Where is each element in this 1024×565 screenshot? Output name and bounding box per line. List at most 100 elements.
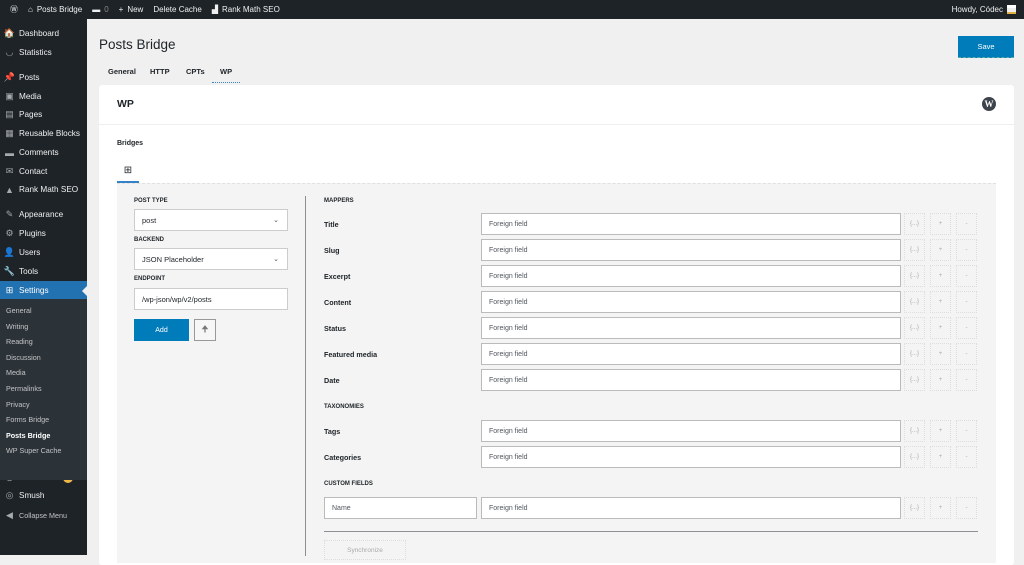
expression-button[interactable]: {...}: [904, 343, 925, 365]
foreign-field-input[interactable]: Foreign field: [481, 497, 901, 519]
sidebar-item-dashboard[interactable]: 🏠Dashboard: [0, 24, 87, 43]
remove-row-button[interactable]: -: [956, 343, 977, 365]
sidebar-item-statistics[interactable]: ◡Statistics: [0, 43, 87, 62]
save-button[interactable]: Save: [958, 36, 1014, 58]
tab-cpts[interactable]: CPTs: [186, 67, 205, 76]
remove-row-button[interactable]: -: [956, 446, 977, 468]
custom-field-name-input[interactable]: Name: [324, 497, 477, 519]
foreign-field-input[interactable]: Foreign field: [481, 420, 901, 442]
expression-button[interactable]: {...}: [904, 446, 925, 468]
expression-button[interactable]: {...}: [904, 497, 925, 519]
statistics-icon: ◡: [5, 48, 14, 57]
sidebar-item-users[interactable]: 👤Users: [0, 243, 87, 262]
endpoint-input[interactable]: /wp-json/wp/v2/posts: [134, 288, 288, 310]
foreign-field-input[interactable]: Foreign field: [481, 369, 901, 391]
sidebar-item-tools[interactable]: 🔧Tools: [0, 262, 87, 281]
foreign-field-input[interactable]: Foreign field: [481, 343, 901, 365]
submenu-item-writing[interactable]: Writing: [6, 322, 28, 331]
site-link[interactable]: ⌂Posts Bridge: [28, 5, 82, 14]
submenu-item-forms-bridge[interactable]: Forms Bridge: [6, 415, 49, 424]
remove-row-button[interactable]: -: [956, 369, 977, 391]
account-menu[interactable]: Howdy, Códec: [952, 0, 1016, 19]
add-row-button[interactable]: +: [930, 317, 951, 339]
sidebar-item-rank-math-seo[interactable]: ▲Rank Math SEO: [0, 180, 87, 199]
submenu-item-media[interactable]: Media: [6, 368, 26, 377]
add-row-button[interactable]: +: [930, 497, 951, 519]
add-row-button[interactable]: +: [930, 420, 951, 442]
sidebar-item-contact[interactable]: ✉Contact: [0, 162, 87, 181]
expression-button[interactable]: {...}: [904, 239, 925, 261]
sidebar-item-posts[interactable]: 📌Posts: [0, 68, 87, 87]
appearance-icon: ✎: [5, 210, 14, 219]
tab-http[interactable]: HTTP: [150, 67, 170, 76]
remove-row-button[interactable]: -: [956, 213, 977, 235]
remove-row-button[interactable]: -: [956, 497, 977, 519]
wordpress-logo-icon[interactable]: Ⓦ: [10, 4, 18, 15]
foreign-field-input[interactable]: Foreign field: [481, 265, 901, 287]
sidebar-item-plugins[interactable]: ⚙Plugins: [0, 224, 87, 243]
remove-row-button[interactable]: -: [956, 265, 977, 287]
expression-button[interactable]: {...}: [904, 317, 925, 339]
add-row-button[interactable]: +: [930, 213, 951, 235]
sidebar-item-settings[interactable]: ⊞Settings: [0, 281, 87, 300]
post-type-label: POST TYPE: [134, 198, 168, 204]
taxonomy-label: Categories: [324, 453, 361, 462]
expression-button[interactable]: {...}: [904, 265, 925, 287]
add-row-button[interactable]: +: [930, 265, 951, 287]
tab-wp[interactable]: WP: [220, 67, 232, 76]
synchronize-button[interactable]: Synchronize: [324, 540, 406, 560]
foreign-field-input[interactable]: Foreign field: [481, 239, 901, 261]
bridges-heading: Bridges: [117, 140, 143, 147]
sidebar-item-media[interactable]: ▣Media: [0, 87, 87, 106]
sidebar-item-appearance[interactable]: ✎Appearance: [0, 205, 87, 224]
reusable-blocks-icon: ▦: [5, 129, 14, 138]
backend-select[interactable]: JSON Placeholder⌄: [134, 248, 288, 270]
remove-row-button[interactable]: -: [956, 420, 977, 442]
submenu-item-permalinks[interactable]: Permalinks: [6, 384, 42, 393]
tab-general[interactable]: General: [108, 67, 136, 76]
submenu-item-posts-bridge[interactable]: Posts Bridge: [6, 431, 50, 440]
foreign-field-input[interactable]: Foreign field: [481, 213, 901, 235]
post-type-select[interactable]: post⌄: [134, 209, 288, 231]
remove-row-button[interactable]: -: [956, 317, 977, 339]
sidebar-item-comments[interactable]: ▬Comments: [0, 143, 87, 162]
sidebar-item-collapse-menu[interactable]: ◀Collapse Menu: [0, 506, 87, 525]
foreign-field-input[interactable]: Foreign field: [481, 446, 901, 468]
submenu-item-wp-super-cache[interactable]: WP Super Cache: [6, 446, 61, 455]
add-row-button[interactable]: +: [930, 369, 951, 391]
sidebar-item-reusable-blocks[interactable]: ▦Reusable Blocks: [0, 124, 87, 143]
users-icon: 👤: [5, 248, 14, 257]
submenu-item-reading[interactable]: Reading: [6, 337, 33, 346]
mapper-label: Status: [324, 324, 346, 333]
delete-cache-link[interactable]: Delete Cache: [153, 5, 201, 14]
add-bridge-tab[interactable]: ⊞: [117, 160, 139, 183]
comments-icon: ▬: [5, 148, 14, 157]
new-link[interactable]: +New: [119, 5, 144, 14]
rank-math-seo-icon: ▲: [5, 185, 14, 194]
remove-row-button[interactable]: -: [956, 291, 977, 313]
add-row-button[interactable]: +: [930, 446, 951, 468]
remove-row-button[interactable]: -: [956, 239, 977, 261]
comments-link[interactable]: ▬0: [92, 5, 108, 14]
upload-button[interactable]: 🠉: [194, 319, 216, 341]
submenu-item-privacy[interactable]: Privacy: [6, 400, 30, 409]
expression-button[interactable]: {...}: [904, 213, 925, 235]
endpoint-label: ENDPOINT: [134, 276, 165, 282]
sidebar-item-pages[interactable]: ▤Pages: [0, 105, 87, 124]
expression-button[interactable]: {...}: [904, 420, 925, 442]
taxonomies-heading: TAXONOMIES: [324, 404, 364, 410]
add-row-button[interactable]: +: [930, 239, 951, 261]
add-button[interactable]: Add: [134, 319, 189, 341]
foreign-field-input[interactable]: Foreign field: [481, 291, 901, 313]
submenu-item-discussion[interactable]: Discussion: [6, 353, 41, 362]
add-row-button[interactable]: +: [930, 291, 951, 313]
add-row-button[interactable]: +: [930, 343, 951, 365]
foreign-field-input[interactable]: Foreign field: [481, 317, 901, 339]
rank-math-link[interactable]: ▟Rank Math SEO: [212, 5, 280, 14]
expression-button[interactable]: {...}: [904, 291, 925, 313]
sidebar-item-smush[interactable]: ◎Smush: [0, 486, 87, 505]
admin-sidebar: 🏠Dashboard◡Statistics📌Posts▣Media▤Pages▦…: [0, 19, 87, 555]
submenu-item-general[interactable]: General: [6, 306, 32, 315]
expression-button[interactable]: {...}: [904, 369, 925, 391]
comment-icon: ▬: [92, 5, 100, 14]
